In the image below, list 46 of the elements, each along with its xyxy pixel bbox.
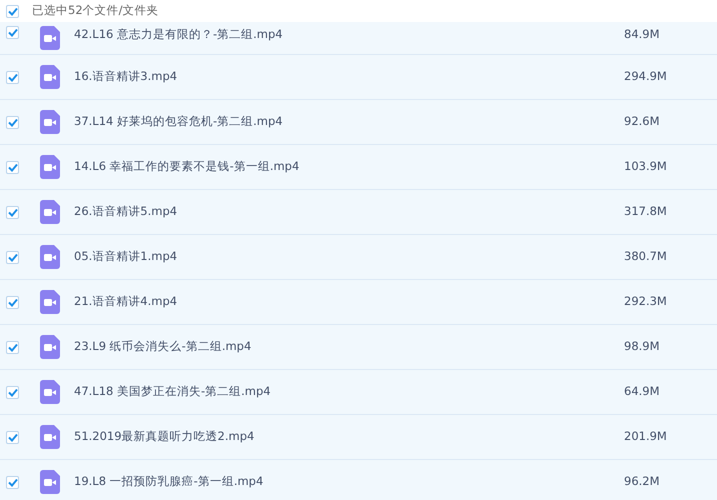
video-file-icon — [40, 335, 60, 359]
selection-count: 已选中52个文件/文件夹 — [32, 2, 159, 20]
file-size: 84.9M — [624, 26, 660, 43]
file-size: 96.2M — [624, 473, 660, 490]
checkbox[interactable] — [6, 296, 19, 308]
checkbox[interactable] — [6, 250, 19, 264]
checkbox[interactable] — [6, 340, 19, 354]
file-size: 103.9M — [624, 158, 667, 176]
file-name[interactable]: 19.L8 一招预防乳腺癌-第一组.mp4 — [74, 473, 594, 491]
checkbox[interactable] — [6, 206, 19, 218]
file-name[interactable]: 21.语音精讲4.mp4 — [74, 293, 594, 311]
checkbox[interactable] — [6, 4, 19, 18]
checkbox[interactable] — [6, 386, 19, 398]
checkbox[interactable] — [6, 116, 19, 128]
video-file-icon — [40, 425, 60, 449]
file-size: 294.9M — [624, 68, 667, 86]
video-file-icon — [40, 155, 60, 179]
file-name[interactable]: 42.L16 意志力是有限的？-第二组.mp4 — [74, 26, 594, 44]
file-size: 380.7M — [624, 248, 667, 266]
checkbox[interactable] — [6, 430, 19, 444]
file-name[interactable]: 05.语音精讲1.mp4 — [74, 248, 594, 266]
video-file-icon — [40, 110, 60, 134]
file-name[interactable]: 26.语音精讲5.mp4 — [74, 203, 594, 221]
file-name[interactable]: 14.L6 幸福工作的要素不是钱-第一组.mp4 — [74, 158, 594, 176]
file-name[interactable]: 47.L18 美国梦正在消失-第二组.mp4 — [74, 383, 594, 401]
video-file-icon — [40, 65, 60, 89]
checkbox[interactable] — [6, 160, 19, 174]
checkbox[interactable] — [6, 476, 19, 488]
video-file-icon — [40, 470, 60, 494]
video-file-icon — [40, 380, 60, 404]
video-file-icon — [40, 26, 60, 50]
file-size: 292.3M — [624, 293, 667, 310]
file-size: 98.9M — [624, 338, 660, 356]
file-size: 92.6M — [624, 113, 660, 130]
file-size: 64.9M — [624, 383, 660, 400]
file-name[interactable]: 37.L14 好莱坞的包容危机-第二组.mp4 — [74, 113, 594, 131]
checkbox[interactable] — [6, 70, 19, 84]
video-file-icon — [40, 290, 60, 314]
file-name[interactable]: 16.语音精讲3.mp4 — [74, 68, 594, 86]
file-size: 201.9M — [624, 428, 667, 446]
video-file-icon — [40, 245, 60, 269]
file-size: 317.8M — [624, 203, 667, 220]
video-file-icon — [40, 200, 60, 224]
checkbox[interactable] — [6, 26, 19, 39]
file-name[interactable]: 51.2019最新真题听力吃透2.mp4 — [74, 428, 594, 446]
file-name[interactable]: 23.L9 纸币会消失么-第二组.mp4 — [74, 338, 594, 356]
